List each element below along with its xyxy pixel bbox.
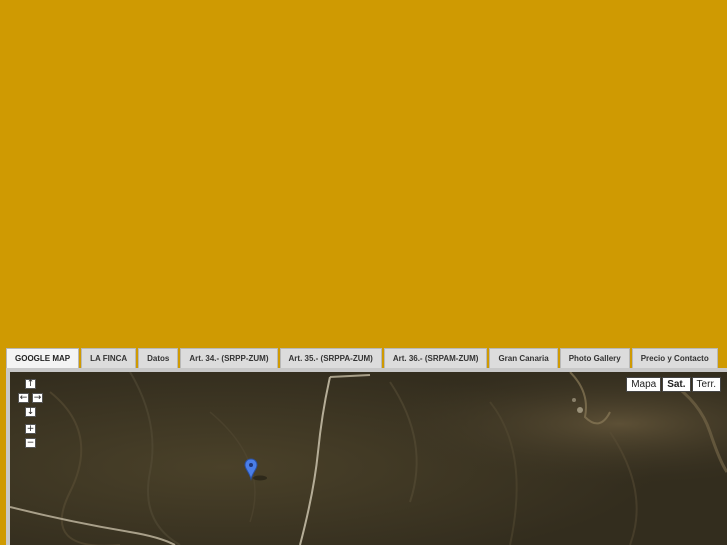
map-type-control: Mapa Sat. Terr. bbox=[626, 377, 721, 392]
zoom-in-button[interactable]: + bbox=[25, 424, 36, 434]
satellite-imagery bbox=[10, 372, 727, 545]
tab-art-36[interactable]: Art. 36.- (SRPAM-ZUM) bbox=[383, 348, 488, 368]
tab-la-finca[interactable]: LA FINCA bbox=[81, 348, 137, 368]
map-type-terr-button[interactable]: Terr. bbox=[691, 377, 721, 392]
map-type-mapa-button[interactable]: Mapa bbox=[626, 377, 662, 392]
pan-up-button[interactable]: ↑ bbox=[25, 379, 36, 389]
pan-down-button[interactable]: ↓ bbox=[25, 407, 36, 417]
map-panel: ↑ ← → ↓ + − Mapa Sat. Terr. bbox=[6, 368, 727, 545]
tab-gran-canaria[interactable]: Gran Canaria bbox=[489, 348, 558, 368]
tab-google-map[interactable]: GOOGLE MAP bbox=[6, 348, 80, 368]
tab-bar: GOOGLE MAP LA FINCA Datos Art. 34.- (SRP… bbox=[6, 348, 718, 368]
satellite-map[interactable]: ↑ ← → ↓ + − Mapa Sat. Terr. bbox=[10, 372, 727, 545]
pan-right-button[interactable]: → bbox=[32, 393, 43, 403]
tab-photo-gallery[interactable]: Photo Gallery bbox=[559, 348, 630, 368]
pan-left-button[interactable]: ← bbox=[18, 393, 29, 403]
map-type-sat-button[interactable]: Sat. bbox=[662, 377, 691, 392]
tab-art-35[interactable]: Art. 35.- (SRPPA-ZUM) bbox=[279, 348, 382, 368]
map-marker-icon[interactable] bbox=[244, 458, 274, 482]
tab-precio-contacto[interactable]: Precio y Contacto bbox=[631, 348, 718, 368]
tab-datos[interactable]: Datos bbox=[138, 348, 179, 368]
zoom-out-button[interactable]: − bbox=[25, 438, 36, 448]
tab-art-34[interactable]: Art. 34.- (SRPP-ZUM) bbox=[180, 348, 278, 368]
